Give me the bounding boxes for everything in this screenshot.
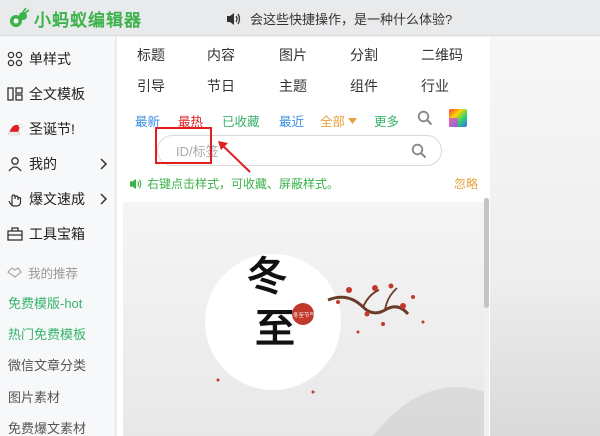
chevron-right-icon [100,158,108,170]
app-name: 小蚂蚁编辑器 [34,10,142,31]
category-component[interactable]: 组件 [350,76,378,96]
seal-text: 冬至节气 [293,311,316,319]
user-icon [8,157,22,172]
santa-hat-icon [7,123,23,136]
category-industry[interactable]: 行业 [421,76,449,96]
category-title[interactable]: 标题 [137,45,165,65]
sidebar-item-viral-article[interactable]: 爆文速成 [0,183,116,215]
sidebar-item-label: 圣诞节! [29,121,75,137]
sidebar-item-christmas[interactable]: 圣诞节! [0,113,116,145]
scrollbar-track[interactable] [484,198,489,436]
category-divider[interactable]: 分割 [350,45,378,65]
caret-down-icon [348,117,358,124]
sidebar-item-single-style[interactable]: 单样式 [0,43,116,75]
template-icon [7,87,23,101]
winter-solstice-illustration: 冬 至 冬至节气 [205,253,485,436]
title-char-2: 至 [255,305,295,352]
highlight-box [155,127,212,164]
top-bar: 小蚂蚁编辑器 会这些快捷操作，是一种什么体验? [0,0,600,36]
filter-recent[interactable]: 最近 [279,111,304,130]
category-holiday[interactable]: 节日 [207,76,235,96]
sidebar-item-label: 全文模板 [29,86,85,102]
search-icon[interactable] [411,143,427,159]
handshake-icon [7,267,22,278]
arrow-annotation-icon [218,141,251,173]
sidebar-item-mine[interactable]: 我的 [0,148,116,180]
recommend-item[interactable]: 免费爆文素材 [8,418,86,436]
category-guide[interactable]: 引导 [137,76,165,96]
notice-text: 会这些快捷操作，是一种什么体验? [250,12,453,27]
ignore-link[interactable]: 忽略 [454,175,478,192]
style-panel: 标题 内容 图片 分割 二维码 引导 节日 主题 组件 行业 最新 最热 已收藏… [117,37,490,436]
speaker-icon [227,12,241,25]
color-palette-icon[interactable] [449,109,467,127]
editor-canvas-background [490,37,600,436]
filter-favorited[interactable]: 已收藏 [222,111,260,130]
title-char-1: 冬 [247,253,287,300]
app-logo[interactable]: 小蚂蚁编辑器 [8,5,142,31]
sidebar-item-label: 单样式 [29,51,71,67]
chevron-right-icon [100,193,108,205]
category-theme[interactable]: 主题 [279,76,307,96]
sidebar-item-label: 工具宝箱 [29,226,85,242]
recommend-item[interactable]: 图片素材 [8,387,60,406]
hand-icon [8,194,22,207]
sidebar-item-full-template[interactable]: 全文模板 [0,78,116,110]
recommend-header: 我的推荐 [7,263,78,282]
category-image[interactable]: 图片 [279,45,307,65]
category-content[interactable]: 内容 [207,45,235,65]
grid-icon [7,51,23,67]
recommend-item[interactable]: 免费模版-hot [8,293,82,312]
sidebar-item-label: 爆文速成 [29,191,85,207]
speaker-icon [130,178,142,189]
toolbox-icon [7,227,23,241]
filter-more[interactable]: 更多 [374,111,399,130]
category-qrcode[interactable]: 二维码 [421,45,463,65]
sidebar-item-toolbox[interactable]: 工具宝箱 [0,218,116,250]
notice-bar[interactable]: 会这些快捷操作，是一种什么体验? [226,9,452,28]
recommend-item[interactable]: 微信文章分类 [8,355,86,374]
scrollbar-thumb[interactable] [484,198,489,308]
recommend-item[interactable]: 热门免费模板 [8,324,86,343]
sidebar-item-label: 我的 [29,156,57,172]
filter-all-dropdown[interactable]: 全部 [320,111,358,130]
sidebar: 单样式 全文模板 圣诞节! 我的 爆文速成 工具宝箱 我的推荐 免费模版-hot… [0,37,116,436]
style-preview-card[interactable]: 冬 至 冬至节气 [123,202,485,436]
search-icon[interactable] [417,110,433,126]
ant-logo-icon [10,7,30,27]
